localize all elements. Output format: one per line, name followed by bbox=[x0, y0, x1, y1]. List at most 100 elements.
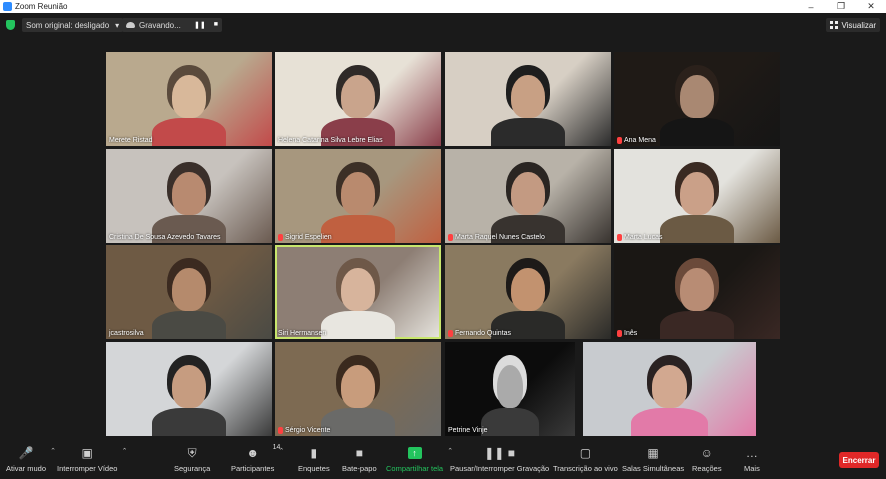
participant-name-tag: Merete Ristad bbox=[109, 137, 153, 144]
participant-body bbox=[491, 117, 565, 146]
participant-name: Marta Raquel Nunes Castelo bbox=[455, 234, 545, 241]
participant-body bbox=[481, 407, 539, 436]
participant-name: Marta Lucas bbox=[624, 234, 663, 241]
participant-name-tag: Petrine Vinje bbox=[448, 427, 488, 434]
participant-face bbox=[680, 74, 714, 118]
cloud-record-icon bbox=[126, 22, 135, 28]
minimize-button[interactable]: – bbox=[796, 0, 826, 13]
participant-body bbox=[660, 214, 734, 243]
muted-mic-icon bbox=[617, 234, 622, 241]
recording-indicator: Gravando... ❚❚ ■ bbox=[122, 18, 222, 32]
participants-button[interactable]: ☻ 14 Participantes ⌃ bbox=[231, 444, 284, 473]
participant-name-tag: Sigrid Espelien bbox=[278, 234, 332, 241]
participant-name: Merete Ristad bbox=[109, 137, 153, 144]
live-transcript-label: Transcrição ao vivo bbox=[553, 464, 618, 473]
chevron-up-icon[interactable]: ⌃ bbox=[278, 447, 284, 455]
participant-face bbox=[497, 364, 523, 408]
chevron-up-icon[interactable]: ⌃ bbox=[50, 447, 56, 455]
mute-button[interactable]: 🎤 Ativar mudo ⌃ bbox=[6, 445, 56, 473]
restore-button[interactable]: ❐ bbox=[826, 0, 856, 13]
participant-video-tile[interactable]: Siri Hermansen bbox=[275, 245, 441, 339]
pause-stop-recording-label: Pausar/Interromper Gravação bbox=[450, 464, 550, 473]
encryption-shield-icon[interactable] bbox=[6, 20, 15, 30]
pause-recording-icon[interactable]: ❚❚ bbox=[194, 21, 206, 29]
stop-recording-icon[interactable]: ■ bbox=[214, 21, 218, 29]
participant-face bbox=[341, 364, 375, 408]
participant-video-tile[interactable] bbox=[445, 52, 611, 146]
participant-body bbox=[631, 407, 708, 436]
participant-face bbox=[511, 74, 545, 118]
participant-name-tag: Inês bbox=[617, 330, 637, 337]
participant-video-tile[interactable]: Sérgio Vicente bbox=[275, 342, 441, 436]
participant-body bbox=[152, 310, 226, 339]
participant-video-tile[interactable]: Helena Catarina Silva Lebre Elias bbox=[275, 52, 441, 146]
breakout-rooms-button[interactable]: ▦ Salas Simultâneas bbox=[622, 445, 684, 473]
stop-video-button[interactable]: ▣ Interromper Vídeo ⌃ bbox=[57, 445, 127, 473]
participant-name-tag: Ana Mena bbox=[617, 137, 656, 144]
participant-name-tag: Helena Catarina Silva Lebre Elias bbox=[278, 137, 383, 144]
share-screen-button[interactable]: ↑ Compartilhar tela ⌃ bbox=[386, 445, 453, 473]
participant-face bbox=[511, 267, 545, 311]
participant-video-tile[interactable]: Sigrid Espelien bbox=[275, 149, 441, 243]
muted-mic-icon bbox=[278, 427, 283, 434]
participant-face bbox=[341, 74, 375, 118]
participant-name-tag: Cristina De Sousa Azevedo Tavares bbox=[109, 234, 221, 241]
view-button[interactable]: Visualizar bbox=[826, 18, 880, 32]
participant-body bbox=[660, 310, 734, 339]
participant-name: Siri Hermansen bbox=[278, 330, 327, 337]
participant-video-tile[interactable]: Petrine Vinje bbox=[445, 342, 575, 436]
participant-face bbox=[341, 171, 375, 215]
close-button[interactable]: ✕ bbox=[856, 0, 886, 13]
polls-label: Enquetes bbox=[298, 464, 330, 473]
participant-name: Ana Mena bbox=[624, 137, 656, 144]
participants-icon: ☻ bbox=[246, 446, 259, 460]
participant-name: Sérgio Vicente bbox=[285, 427, 331, 434]
participant-video-tile[interactable]: Merete Ristad bbox=[106, 52, 272, 146]
live-transcript-button[interactable]: ▢ Transcrição ao vivo bbox=[553, 445, 618, 473]
pause-stop-icon: ❚❚ ■ bbox=[484, 446, 515, 460]
chat-label: Bate-papo bbox=[342, 464, 377, 473]
participant-video-tile[interactable]: Marta Lucas bbox=[614, 149, 780, 243]
chevron-up-icon[interactable]: ⌃ bbox=[122, 447, 128, 455]
participant-name-tag: Marta Raquel Nunes Castelo bbox=[448, 234, 545, 241]
participant-video-tile[interactable]: Marta Raquel Nunes Castelo bbox=[445, 149, 611, 243]
participant-video-tile[interactable]: Fernando Quintas bbox=[445, 245, 611, 339]
participant-video-tile[interactable] bbox=[583, 342, 756, 436]
share-screen-label: Compartilhar tela bbox=[386, 464, 444, 473]
participant-name: Sigrid Espelien bbox=[285, 234, 332, 241]
end-meeting-button[interactable]: Encerrar bbox=[839, 452, 879, 468]
participant-face bbox=[172, 74, 206, 118]
original-sound-toggle[interactable]: Som original: desligado ▾ bbox=[22, 18, 124, 32]
participant-face bbox=[652, 364, 687, 408]
participant-video-tile[interactable] bbox=[106, 342, 272, 436]
participant-body bbox=[660, 117, 734, 146]
reactions-button[interactable]: ☺ Reações bbox=[692, 445, 722, 473]
participant-video-tile[interactable]: Inês bbox=[614, 245, 780, 339]
breakout-rooms-label: Salas Simultâneas bbox=[622, 464, 685, 473]
pause-stop-recording-button[interactable]: ❚❚ ■ Pausar/Interromper Gravação bbox=[450, 445, 549, 473]
participant-video-tile[interactable]: Cristina De Sousa Azevedo Tavares bbox=[106, 149, 272, 243]
more-dots-icon: … bbox=[745, 446, 758, 460]
chat-button[interactable]: ■ Bate-papo bbox=[342, 445, 377, 473]
security-label: Segurança bbox=[174, 464, 211, 473]
participant-video-tile[interactable]: jcastrosilva bbox=[106, 245, 272, 339]
recording-label: Gravando... bbox=[139, 20, 181, 30]
participant-body bbox=[152, 117, 226, 146]
view-label: Visualizar bbox=[841, 20, 876, 30]
more-button[interactable]: … Mais bbox=[744, 445, 760, 473]
polls-button[interactable]: ▮ Enquetes bbox=[298, 445, 330, 473]
security-button[interactable]: ⛨ Segurança bbox=[174, 445, 211, 474]
security-shield-icon: ⛨ bbox=[187, 445, 197, 460]
participant-body bbox=[321, 214, 395, 243]
muted-mic-icon bbox=[448, 330, 453, 337]
meeting-toolbar: 🎤 Ativar mudo ⌃ ▣ Interromper Vídeo ⌃ ⛨ … bbox=[0, 441, 886, 479]
participant-face bbox=[172, 364, 206, 408]
zoom-app-icon bbox=[3, 2, 12, 11]
muted-mic-icon bbox=[617, 330, 622, 337]
reactions-label: Reações bbox=[692, 464, 722, 473]
microphone-icon: 🎤 bbox=[18, 446, 34, 460]
participant-name-tag: jcastrosilva bbox=[109, 330, 144, 337]
participant-video-tile[interactable]: Ana Mena bbox=[614, 52, 780, 146]
participant-face bbox=[172, 171, 206, 215]
participants-label: Participantes bbox=[231, 464, 275, 473]
